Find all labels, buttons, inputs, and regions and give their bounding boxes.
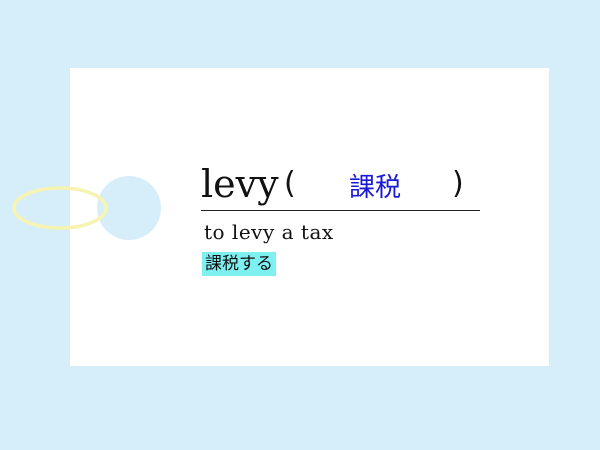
open-parenthesis: ( — [284, 166, 296, 201]
close-parenthesis: ) — [452, 166, 464, 201]
headword: levy — [201, 162, 279, 206]
example-english: to levy a tax — [204, 220, 334, 244]
answer-text[interactable]: 課税 — [349, 168, 401, 208]
page: { "card": { "word": "levy", "paren_open"… — [0, 0, 600, 450]
headword-row: levy ( 課税 ) — [201, 158, 480, 211]
example-japanese: 課税する — [202, 252, 276, 276]
